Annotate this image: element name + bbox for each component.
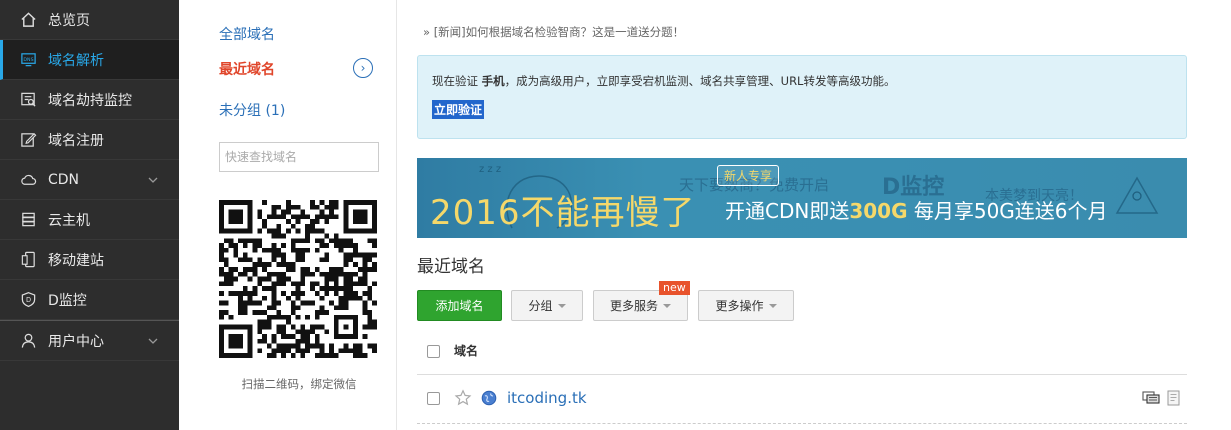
select-all-checkbox[interactable] xyxy=(427,345,440,358)
banner-offer: 开通CDN即送300G 每月享50G连送6个月 xyxy=(725,199,1108,223)
news-link[interactable]: » [新闻]如何根据域名检验智商？这是一道送分题！ xyxy=(423,24,684,40)
user-icon xyxy=(19,332,37,350)
svg-text:z z z: z z z xyxy=(479,164,501,175)
sidebar-item-label: 域名解析 xyxy=(48,52,104,69)
notes-icon[interactable] xyxy=(1165,390,1183,406)
caret-down-icon xyxy=(663,303,671,308)
caret-down-icon xyxy=(557,303,566,308)
chevron-right-icon[interactable]: › xyxy=(353,58,373,78)
chevron-down-icon xyxy=(148,338,158,344)
table-header: 域名 xyxy=(417,332,1187,375)
sidebar-item-label: D监控 xyxy=(48,292,87,309)
globe-icon xyxy=(481,390,497,406)
sidebar-item-hijack-monitor[interactable]: 域名劫持监控 xyxy=(0,80,179,120)
server-icon xyxy=(19,211,37,229)
sidebar-item-label: CDN xyxy=(48,171,80,188)
screens-icon[interactable] xyxy=(1142,390,1160,406)
svg-text:D: D xyxy=(25,296,30,304)
cloud-icon xyxy=(19,171,37,189)
edit-icon xyxy=(19,131,37,149)
qr-caption: 扫描二维码，绑定微信 xyxy=(241,377,357,391)
sidebar-item-d-monitor[interactable]: D D监控 xyxy=(0,280,179,320)
sidebar-item-label: 总览页 xyxy=(48,12,90,29)
more-operations-dropdown-button[interactable]: 更多操作 xyxy=(698,290,794,321)
dns-icon: DNS xyxy=(19,51,37,69)
notice-text: 现在验证 手机，成为高级用户，立即享受宕机监测、域名共享管理、URL转发等高级功… xyxy=(432,74,896,88)
star-icon[interactable] xyxy=(454,389,472,407)
svg-text:DNS: DNS xyxy=(23,57,33,63)
table-row: itcoding.tk xyxy=(417,376,1187,424)
banner-tag: 新人专享 xyxy=(717,165,780,186)
row-checkbox[interactable] xyxy=(427,392,440,405)
domain-group-panel: 全部域名 最近域名 › 未分组 (1) 扫描二维码，绑定微信 xyxy=(179,0,397,430)
group-recent-domains[interactable]: 最近域名 xyxy=(219,59,275,79)
promo-banner[interactable]: z z z 天下要数商？免费开启 D监控 本美梦到天亮！ 2016不能再慢了 新… xyxy=(417,158,1187,238)
domain-link[interactable]: itcoding.tk xyxy=(507,389,587,407)
chevron-down-icon xyxy=(148,177,158,183)
sidebar: 总览页 DNS 域名解析 域名劫持监控 域名注册 CDN 云主机 移动建站 D … xyxy=(0,0,179,430)
page-title: 最近域名 xyxy=(417,257,485,277)
sidebar-item-overview[interactable]: 总览页 xyxy=(0,0,179,40)
new-badge: new xyxy=(659,281,690,295)
wechat-qr-code xyxy=(219,200,377,358)
home-icon xyxy=(19,11,37,29)
group-ungrouped[interactable]: 未分组 (1) xyxy=(219,100,285,120)
sidebar-item-mobile-site[interactable]: 移动建站 xyxy=(0,240,179,280)
sidebar-item-domain-register[interactable]: 域名注册 xyxy=(0,120,179,160)
sidebar-item-user-center[interactable]: 用户中心 xyxy=(0,321,179,361)
quick-search-input[interactable] xyxy=(219,142,379,172)
sidebar-item-label: 用户中心 xyxy=(48,333,104,350)
sidebar-item-dns[interactable]: DNS 域名解析 xyxy=(0,40,179,80)
sidebar-item-label: 域名劫持监控 xyxy=(48,92,132,109)
shield-icon: D xyxy=(19,291,37,309)
monitor-search-icon xyxy=(19,91,37,109)
sidebar-item-label: 云主机 xyxy=(48,212,90,229)
mobile-icon xyxy=(19,251,37,269)
caret-down-icon xyxy=(768,303,777,308)
column-header-domain: 域名 xyxy=(454,344,479,358)
sidebar-item-cloud-host[interactable]: 云主机 xyxy=(0,200,179,240)
sidebar-item-label: 域名注册 xyxy=(48,132,104,149)
add-domain-button[interactable]: 添加域名 xyxy=(417,290,502,321)
sidebar-item-cdn[interactable]: CDN xyxy=(0,160,179,200)
verify-phone-notice: 现在验证 手机，成为高级用户，立即享受宕机监测、域名共享管理、URL转发等高级功… xyxy=(417,55,1187,139)
sidebar-item-label: 移动建站 xyxy=(48,252,104,269)
group-dropdown-button[interactable]: 分组 xyxy=(511,290,583,321)
verify-now-link[interactable]: 立即验证 xyxy=(432,100,485,119)
banner-headline: 2016不能再慢了 xyxy=(430,193,696,233)
group-all-domains[interactable]: 全部域名 xyxy=(219,24,275,44)
